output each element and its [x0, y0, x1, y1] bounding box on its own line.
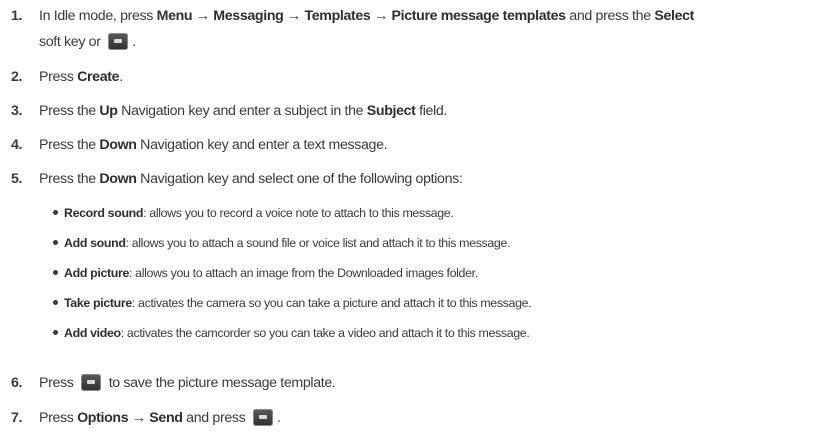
- select-label: Select: [654, 8, 695, 24]
- ok-key-icon: [81, 374, 102, 391]
- step-text: Press the Up Navigation key and enter a …: [39, 101, 447, 121]
- send-label: Send: [149, 410, 183, 426]
- text-segment: Navigation key and enter a subject in th…: [117, 103, 367, 119]
- picture-message-templates-label: Picture message templates: [391, 8, 567, 24]
- bullet-icon: [53, 270, 58, 275]
- step-number: 2.: [11, 69, 23, 85]
- subject-label: Subject: [366, 103, 416, 119]
- option-label: Record sound: [64, 206, 144, 220]
- option-item: Add sound: allows you to attach a sound …: [53, 234, 510, 252]
- option-item: Record sound: allows you to record a voi…: [53, 204, 454, 222]
- text-segment: Navigation key and select one of the fol…: [136, 171, 463, 187]
- ok-key-icon: [252, 409, 273, 426]
- option-item: Add video: activates the camcorder so yo…: [53, 324, 530, 342]
- text-segment: Press: [39, 69, 78, 85]
- menu-label: Menu: [156, 8, 193, 24]
- text-segment: .: [119, 69, 123, 85]
- text-segment: to save the picture message template.: [105, 375, 336, 391]
- option-description: : allows you to record a voice note to a…: [143, 206, 454, 220]
- step-number: 3.: [11, 103, 23, 119]
- text-segment: and press: [182, 410, 249, 426]
- text-segment: .: [276, 410, 281, 426]
- step-text: Press to save the picture message templa…: [39, 373, 336, 393]
- text-segment: Navigation key and enter a text message.: [136, 137, 388, 153]
- step-text: Press the Down Navigation key and enter …: [39, 135, 388, 155]
- option-description: : activates the camera so you can take a…: [131, 296, 532, 310]
- messaging-label: Messaging: [213, 8, 284, 24]
- option-description: : allows you to attach a sound file or v…: [125, 236, 511, 250]
- step-text: Press the Down Navigation key and select…: [39, 169, 463, 189]
- bullet-icon: [53, 300, 58, 305]
- step-number: 6.: [11, 375, 23, 391]
- option-label: Add video: [64, 326, 121, 340]
- step-text: Press Create.: [39, 67, 123, 87]
- bullet-icon: [53, 240, 58, 245]
- step-text-line2: soft key or .: [39, 32, 136, 52]
- create-label: Create: [77, 69, 120, 85]
- text-segment: Press the: [39, 137, 100, 153]
- option-label: Add picture: [64, 266, 129, 280]
- arrow-icon: →: [128, 410, 150, 426]
- text-segment: field.: [415, 103, 448, 119]
- up-label: Up: [99, 103, 118, 119]
- step-number: 4.: [11, 137, 23, 153]
- step-number: 7.: [11, 410, 23, 426]
- text-segment: Press the: [39, 103, 100, 119]
- text-segment: and press the: [565, 8, 655, 24]
- text-segment: Press the: [39, 171, 100, 187]
- down-label: Down: [99, 137, 137, 153]
- arrow-icon: →: [370, 8, 392, 24]
- option-label: Add sound: [64, 236, 126, 250]
- bullet-icon: [53, 210, 58, 215]
- step-number: 5.: [11, 171, 23, 187]
- option-label: Take picture: [64, 296, 132, 310]
- down-label: Down: [99, 171, 137, 187]
- templates-label: Templates: [304, 8, 371, 24]
- option-item: Take picture: activates the camera so yo…: [53, 294, 532, 312]
- arrow-icon: →: [283, 8, 305, 24]
- option-item: Add picture: allows you to attach an ima…: [53, 264, 478, 282]
- text-segment: soft key or: [39, 34, 105, 50]
- ok-key-icon: [108, 33, 129, 50]
- text-segment: .: [132, 34, 136, 50]
- step-text: Press Options → Send and press .: [39, 408, 281, 428]
- step-number: 1.: [11, 8, 23, 24]
- options-label: Options: [77, 410, 129, 426]
- option-description: : allows you to attach an image from the…: [129, 266, 478, 280]
- arrow-icon: →: [192, 8, 214, 24]
- text-segment: Press: [39, 410, 78, 426]
- bullet-icon: [53, 330, 58, 335]
- text-segment: Press: [39, 375, 78, 391]
- instruction-document: 1. In Idle mode, press Menu → Messaging …: [0, 0, 818, 442]
- text-segment: In Idle mode, press: [39, 8, 157, 24]
- option-description: : activates the camcorder so you can tak…: [120, 326, 530, 340]
- step-text: In Idle mode, press Menu → Messaging → T…: [39, 6, 694, 26]
